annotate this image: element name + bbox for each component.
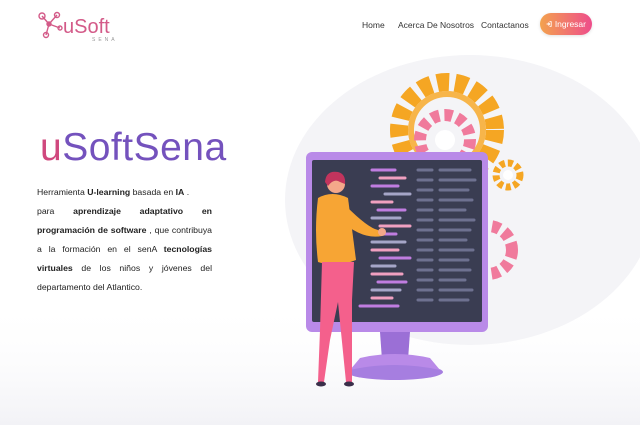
developer-illustration [306,73,524,387]
nav-home-link[interactable]: Home [362,20,385,30]
network-nodes-icon [38,11,63,39]
page-title: uSoftSena [40,126,227,169]
logo[interactable]: uSoft SENA [36,10,126,43]
logo-subtext: SENA [92,37,118,43]
login-button[interactable]: Ingresar [540,13,592,35]
sign-in-icon [546,21,552,27]
login-button-label: Ingresar [554,19,586,29]
nav-contact-link[interactable]: Contactanos [481,20,529,30]
logo-text: uSoft [63,16,110,38]
small-gear-icon [492,159,524,191]
hero-description: Herramienta U-learning basada en IA . pa… [37,187,213,292]
nav-about-link[interactable]: Acerca De Nosotros [398,20,474,30]
